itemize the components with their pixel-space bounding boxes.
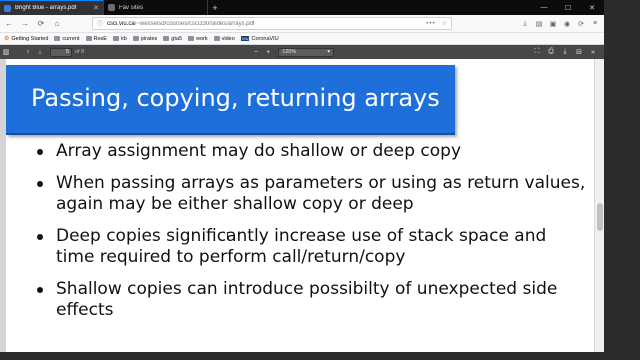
minimize-button[interactable]: — bbox=[532, 0, 556, 15]
page-icon bbox=[108, 4, 115, 11]
bullet-icon bbox=[37, 234, 43, 240]
bullet-item: Array assignment may do shallow or deep … bbox=[34, 141, 586, 162]
chevron-down-icon: ▾ bbox=[327, 49, 331, 55]
bookmark-pirates[interactable]: pirates bbox=[132, 36, 157, 42]
sidebar-icon[interactable]: ▣ bbox=[546, 20, 560, 28]
forward-button[interactable]: → bbox=[18, 17, 32, 31]
folder-icon bbox=[132, 36, 139, 41]
tab-strip: Bright Blue - arrays.pdf ✕ Fav sites + —… bbox=[0, 0, 604, 15]
gear-icon: ⚙ bbox=[4, 36, 10, 42]
url-bar[interactable]: ⓘ csci.viu.ca/~wesselsd/courses/csci330/… bbox=[92, 17, 452, 30]
desktop-edge bbox=[604, 0, 640, 360]
folder-icon bbox=[188, 36, 195, 41]
pdf-viewer[interactable]: Passing, copying, returning arrays Array… bbox=[0, 59, 604, 352]
toolbar-icons: ⤓ ▤ ▣ ◉ ⟳ ≡ bbox=[518, 20, 602, 28]
bookmark-current[interactable]: current bbox=[54, 36, 80, 42]
close-window-button[interactable]: ✕ bbox=[580, 0, 604, 15]
bullet-item: When passing arrays as parameters or usi… bbox=[34, 173, 586, 215]
bookmark-rese[interactable]: ResE bbox=[85, 36, 107, 42]
maximize-button[interactable]: ☐ bbox=[556, 0, 580, 15]
page-number-input[interactable]: 5 bbox=[50, 47, 72, 57]
reload-button[interactable]: ⟳ bbox=[34, 17, 48, 31]
page-count: of 8 bbox=[75, 49, 85, 55]
bookmark-work[interactable]: work bbox=[188, 36, 208, 42]
browser-window: Bright Blue - arrays.pdf ✕ Fav sites + —… bbox=[0, 0, 604, 352]
bookmark-getting-started[interactable]: ⚙ Getting Started bbox=[4, 35, 48, 43]
viu-logo-icon: VIU bbox=[240, 36, 250, 41]
sync-icon[interactable]: ⟳ bbox=[574, 20, 588, 28]
slide-bullets: Array assignment may do shallow or deep … bbox=[34, 141, 586, 332]
bookmark-gta5[interactable]: gta5 bbox=[163, 36, 182, 42]
desktop-edge-bottom bbox=[0, 352, 640, 360]
bullet-icon bbox=[37, 149, 43, 155]
page-actions-icon[interactable]: ••• bbox=[426, 21, 435, 27]
url-text[interactable]: csci.viu.ca/~wesselsd/courses/csci330/sl… bbox=[107, 21, 426, 27]
bullet-item: Shallow copies can introduce possibilty … bbox=[34, 279, 586, 321]
close-tab-icon[interactable]: ✕ bbox=[93, 4, 99, 12]
home-button[interactable]: ⌂ bbox=[50, 17, 64, 31]
save-icon[interactable]: ⤓ bbox=[558, 48, 572, 56]
account-icon[interactable]: ◉ bbox=[560, 20, 574, 28]
pdf-tools: ⛶ ⎙ ⤓ ⊟ » bbox=[530, 48, 600, 56]
new-tab-button[interactable]: + bbox=[208, 0, 222, 15]
vertical-scrollbar[interactable] bbox=[594, 59, 604, 352]
folder-icon bbox=[54, 36, 61, 41]
text-cursor-icon: I bbox=[226, 231, 229, 242]
previous-page-icon[interactable]: ↑ bbox=[22, 49, 34, 56]
presentation-mode-icon[interactable]: ⛶ bbox=[530, 48, 544, 56]
bookmark-star-icon[interactable]: ☆ bbox=[442, 20, 447, 27]
folder-icon bbox=[213, 36, 220, 41]
zoom-select[interactable]: 120% ▾ bbox=[278, 47, 335, 57]
tab-label: Bright Blue - arrays.pdf bbox=[15, 5, 77, 11]
bullet-icon bbox=[37, 287, 43, 293]
window-controls: — ☐ ✕ bbox=[532, 0, 604, 15]
tab-fav-sites[interactable]: Fav sites bbox=[104, 0, 208, 15]
pdf-icon bbox=[4, 4, 11, 12]
bookmark-video[interactable]: video bbox=[213, 36, 235, 42]
bookmark-view-icon[interactable]: ⊟ bbox=[572, 48, 586, 56]
slide-title-box: Passing, copying, returning arrays bbox=[6, 65, 455, 135]
bookmark-coronaviu[interactable]: VIU CoronaVIU bbox=[240, 36, 279, 42]
bookmark-kb[interactable]: kb bbox=[112, 36, 127, 42]
pdf-toolbar: ▥ ↑ ↓ 5 of 8 − + 120% ▾ ⛶ ⎙ ⤓ ⊟ » bbox=[0, 45, 604, 59]
folder-icon bbox=[163, 36, 170, 41]
zoom-in-button[interactable]: + bbox=[262, 49, 274, 56]
downloads-icon[interactable]: ⤓ bbox=[518, 20, 532, 28]
bookmarks-toolbar: ⚙ Getting Started current ResE kb pirates… bbox=[0, 33, 604, 45]
sidebar-toggle-icon[interactable]: ▥ bbox=[0, 48, 12, 56]
navigation-bar: ← → ⟳ ⌂ ⓘ csci.viu.ca/~wesselsd/courses/… bbox=[0, 15, 604, 33]
tab-label: Fav sites bbox=[119, 4, 144, 11]
menu-icon[interactable]: ≡ bbox=[588, 20, 602, 28]
library-icon[interactable]: ▤ bbox=[532, 20, 546, 28]
folder-icon bbox=[112, 36, 119, 41]
print-icon[interactable]: ⎙ bbox=[544, 48, 558, 56]
tools-menu-icon[interactable]: » bbox=[586, 48, 600, 56]
url-path: /~wesselsd/courses/csci330/slides/arrays… bbox=[134, 20, 255, 27]
zoom-controls: − + 120% ▾ bbox=[250, 47, 338, 57]
bullet-item: Deep copies significantly increase use o… bbox=[34, 226, 586, 268]
slide-title: Passing, copying, returning arrays bbox=[31, 84, 440, 112]
pdf-page: Passing, copying, returning arrays Array… bbox=[6, 59, 594, 352]
scrollbar-thumb[interactable] bbox=[597, 203, 603, 231]
folder-icon bbox=[85, 36, 92, 41]
url-host: csci.viu.ca bbox=[107, 20, 135, 27]
next-page-icon[interactable]: ↓ bbox=[34, 49, 46, 56]
zoom-out-button[interactable]: − bbox=[250, 49, 262, 56]
info-icon[interactable]: ⓘ bbox=[97, 19, 103, 28]
back-button[interactable]: ← bbox=[2, 17, 16, 31]
bullet-icon bbox=[37, 181, 43, 187]
tab-arrays-pdf[interactable]: Bright Blue - arrays.pdf ✕ bbox=[0, 0, 104, 15]
